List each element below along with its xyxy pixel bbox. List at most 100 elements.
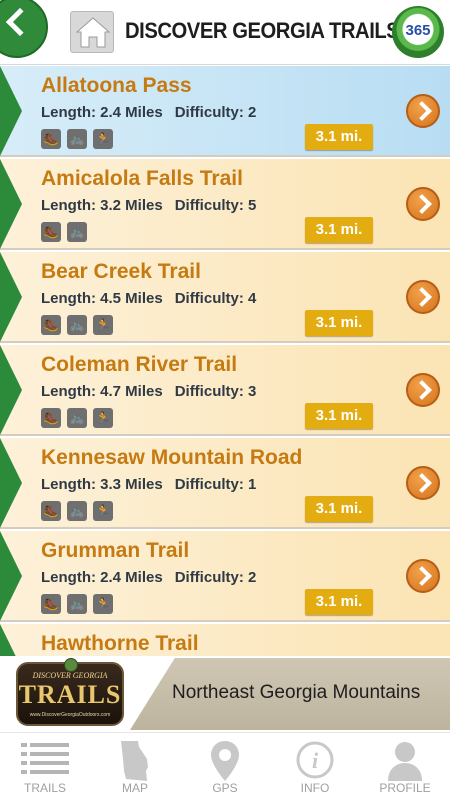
chevron-right-icon[interactable] [406, 280, 440, 314]
chevron-right-icon[interactable] [406, 559, 440, 593]
page-title: DISCOVER GEORGIA TRAILS [125, 18, 400, 43]
region-label: Northeast Georgia Mountains [172, 682, 421, 703]
biking-icon: 🚲 [67, 222, 87, 242]
row-indicator [0, 66, 22, 156]
row-indicator [0, 345, 22, 435]
trail-difficulty: Difficulty: 1 [174, 476, 257, 493]
nav-map[interactable]: MAP [90, 733, 180, 800]
trail-row[interactable]: Bear Creek Trail Length: 4.5 Miles Diffic… [0, 252, 450, 343]
trail-name: Hawthorne Trail [41, 632, 199, 655]
logo-top-text: DISCOVER GEORGIA [32, 671, 108, 680]
trail-difficulty: Difficulty: 4 [174, 290, 257, 307]
trail-meta: Length: 2.4 Miles Difficulty: 2 [41, 569, 256, 586]
row-indicator [0, 438, 22, 528]
hiking-icon: 🥾 [41, 501, 61, 521]
trail-length: Length: 2.4 Miles [41, 569, 163, 586]
running-icon: 🏃 [93, 129, 113, 149]
trail-name: Allatoona Pass [41, 74, 192, 97]
distance-badge: 3.1 mi. [305, 589, 373, 615]
nav-info[interactable]: i INFO [270, 733, 360, 800]
distance-badge: 3.1 mi. [305, 124, 373, 150]
activity-icons: 🥾 🚲 🏃 [41, 408, 113, 428]
chevron-right-icon[interactable] [406, 94, 440, 128]
globe-icon [64, 658, 78, 672]
trail-row[interactable]: Grumman Trail Length: 2.4 Miles Difficult… [0, 531, 450, 622]
hiking-icon: 🥾 [41, 408, 61, 428]
running-icon: 🏃 [93, 594, 113, 614]
trail-row[interactable]: Hawthorne Trail [0, 624, 450, 656]
biking-icon: 🚲 [67, 594, 87, 614]
chevron-right-icon[interactable] [406, 373, 440, 407]
distance-badge: 3.1 mi. [305, 217, 373, 243]
activity-icons: 🥾 🚲 🏃 [41, 315, 113, 335]
row-indicator [0, 624, 22, 656]
person-icon [388, 742, 422, 781]
biking-icon: 🚲 [67, 408, 87, 428]
chevron-right-icon[interactable] [406, 466, 440, 500]
trail-meta: Length: 4.5 Miles Difficulty: 4 [41, 290, 256, 307]
trail-difficulty: Difficulty: 2 [174, 569, 257, 586]
trail-difficulty: Difficulty: 3 [174, 383, 257, 400]
nav-label: PROFILE [379, 781, 431, 795]
row-indicator [0, 252, 22, 342]
row-indicator [0, 531, 22, 621]
discover-georgia-trails-logo: DISCOVER GEORGIA TRAILS www.DiscoverGeor… [16, 658, 124, 726]
chevron-right-icon[interactable] [406, 187, 440, 221]
trail-row[interactable]: Allatoona Pass Length: 2.4 Miles Difficul… [0, 66, 450, 157]
activity-icons: 🥾 🚲 🏃 [41, 501, 113, 521]
trail-length: Length: 4.7 Miles [41, 383, 163, 400]
back-button[interactable] [0, 0, 48, 58]
row-indicator [0, 159, 22, 249]
app-header: DISCOVER GEORGIA TRAILS 365 [0, 0, 450, 65]
nav-label: MAP [121, 781, 148, 795]
biking-icon: 🚲 [67, 315, 87, 335]
running-icon: 🏃 [93, 501, 113, 521]
trail-length: Length: 3.3 Miles [41, 476, 163, 493]
home-button[interactable] [70, 11, 114, 53]
home-icon [75, 17, 111, 48]
info-icon: i [296, 741, 334, 779]
trail-row[interactable]: Coleman River Trail Length: 4.7 Miles Dif… [0, 345, 450, 436]
trail-name: Grumman Trail [41, 539, 190, 562]
nav-label: INFO [300, 781, 330, 795]
georgia-map-icon [121, 741, 148, 781]
running-icon: 🏃 [93, 408, 113, 428]
nav-gps[interactable]: GPS [180, 733, 270, 800]
nav-profile[interactable]: PROFILE [360, 733, 450, 800]
trail-row[interactable]: Amicalola Falls Trail Length: 3.2 Miles D… [0, 159, 450, 250]
distance-badge: 3.1 mi. [305, 496, 373, 522]
trail-name: Kennesaw Mountain Road [41, 446, 303, 469]
trail-length: Length: 4.5 Miles [41, 290, 163, 307]
svg-text:i: i [312, 748, 319, 773]
logo-url: www.DiscoverGeorgiaOutdoors.com [29, 712, 111, 718]
trail-meta: Length: 3.2 Miles Difficulty: 5 [41, 197, 256, 214]
nav-trails[interactable]: TRAILS [0, 733, 90, 800]
location-pin-icon [211, 741, 239, 781]
trail-meta: Length: 3.3 Miles Difficulty: 1 [41, 476, 256, 493]
distance-badge: 3.1 mi. [305, 403, 373, 429]
trail-row[interactable]: Kennesaw Mountain Road Length: 3.3 Miles… [0, 438, 450, 529]
trail-list[interactable]: Allatoona Pass Length: 2.4 Miles Difficul… [0, 66, 450, 656]
bottom-navigation: TRAILS MAP GPS i INFO PROFILE [0, 732, 450, 800]
activity-icons: 🥾 🚲 🏃 [41, 129, 113, 149]
biking-icon: 🚲 [67, 501, 87, 521]
nav-label: TRAILS [23, 781, 66, 795]
trail-meta: Length: 4.7 Miles Difficulty: 3 [41, 383, 256, 400]
app-logo: 365 [392, 6, 444, 58]
activity-icons: 🥾 🚲 [41, 222, 87, 242]
list-icon [21, 743, 69, 774]
chevron-left-icon [5, 7, 35, 37]
nav-label: GPS [212, 781, 238, 795]
hiking-icon: 🥾 [41, 222, 61, 242]
trail-length: Length: 2.4 Miles [41, 104, 163, 121]
region-bar[interactable]: Northeast Georgia Mountains DISCOVER GEO… [0, 656, 450, 732]
running-icon: 🏃 [93, 315, 113, 335]
trail-name: Amicalola Falls Trail [41, 167, 243, 190]
trail-meta: Length: 2.4 Miles Difficulty: 2 [41, 104, 256, 121]
biking-icon: 🚲 [67, 129, 87, 149]
logo-main-text: TRAILS [18, 680, 122, 709]
distance-badge: 3.1 mi. [305, 310, 373, 336]
trail-name: Bear Creek Trail [41, 260, 201, 283]
hiking-icon: 🥾 [41, 129, 61, 149]
hiking-icon: 🥾 [41, 315, 61, 335]
